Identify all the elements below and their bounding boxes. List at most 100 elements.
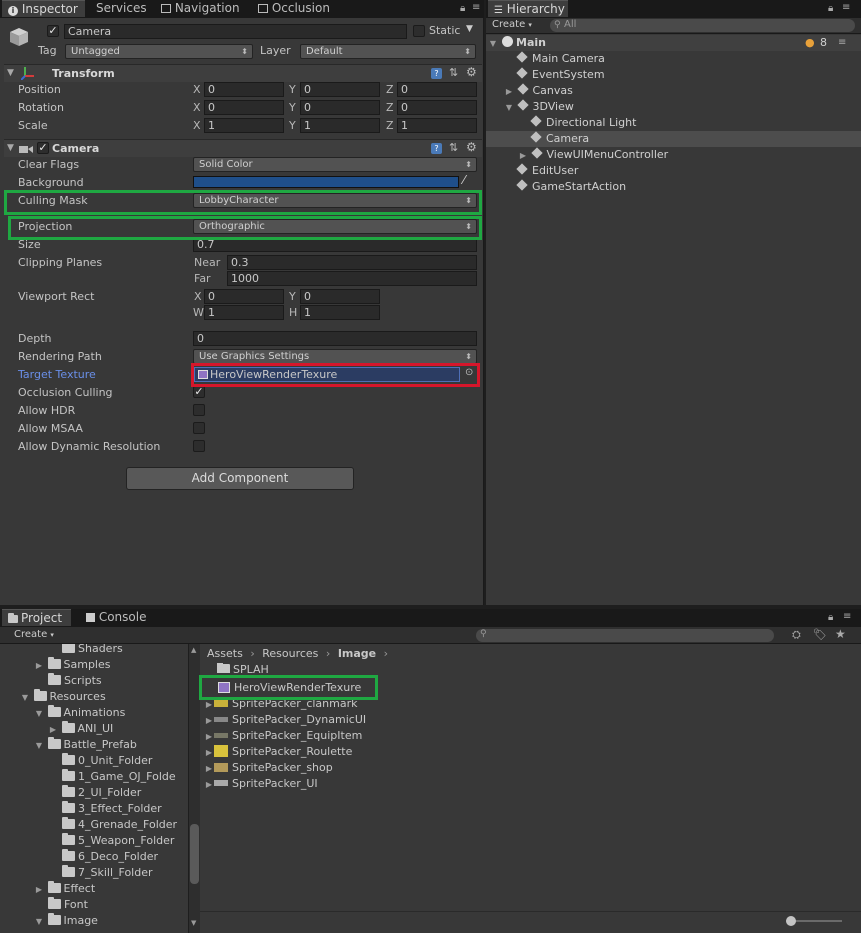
tree-item[interactable]: 7_Skill_Folder [62,865,153,881]
foldout-arrow-icon[interactable]: ▼ [7,68,14,78]
tree-item-selected[interactable]: ▼ Image [34,913,98,929]
panel-menu-icon[interactable]: ≡ [472,2,480,13]
slider-thumb[interactable] [786,916,796,926]
preset-icon[interactable]: ⇅ [449,66,458,79]
rotation-z-field[interactable]: 0 [397,100,477,115]
foldout-arrow-icon[interactable]: ▶ [504,84,514,100]
foldout-arrow-icon[interactable]: ▶ [48,722,58,738]
foldout-arrow-icon[interactable]: ▶ [518,148,528,164]
filter-by-type-icon[interactable]: ⛭ [792,628,801,642]
foldout-arrow-icon[interactable]: ▶ [204,729,214,745]
tree-item[interactable]: Font [48,897,88,913]
tab-inspector[interactable]: i Inspector [2,0,85,17]
allow-hdr-checkbox[interactable] [193,404,205,416]
scene-main[interactable]: ▼ Main ● 8 ≡ [486,35,861,51]
static-dropdown-arrow[interactable]: ▼ [466,24,473,34]
allow-dynamic-resolution-checkbox[interactable] [193,440,205,452]
tree-item[interactable]: ▶ Effect [34,881,95,897]
foldout-arrow-icon[interactable]: ▶ [34,882,44,898]
tab-services[interactable]: Services [90,0,153,17]
tree-item[interactable]: ▼ Resources [20,689,106,705]
active-checkbox[interactable]: ✓ [47,25,59,37]
transform-header[interactable]: ▼ Transform ? ⇅ ⚙ [4,64,482,82]
panel-menu-icon[interactable]: ≡ [843,611,851,622]
asset-item[interactable]: SPLAH [217,663,269,673]
hierarchy-item[interactable]: Main Camera [516,51,605,67]
project-search-field[interactable]: ⚲ [476,629,774,642]
tree-item[interactable]: ▼ Battle_Prefab [34,737,137,753]
viewport-x-field[interactable]: 0 [204,289,284,304]
scale-x-field[interactable]: 1 [204,118,284,133]
hierarchy-item[interactable]: ▼ 3DView [504,99,574,115]
add-component-button[interactable]: Add Component [126,467,354,490]
scale-y-field[interactable]: 1 [300,118,380,133]
far-field[interactable]: 1000 [227,271,477,286]
foldout-arrow-icon[interactable]: ▶ [204,745,214,761]
favorite-star-icon[interactable]: ★ [835,627,846,641]
lock-icon[interactable]: 🔒︎ [828,612,833,623]
gear-icon[interactable]: ⚙ [466,65,477,79]
hierarchy-item-selected[interactable]: Camera [486,131,861,147]
viewport-y-field[interactable]: 0 [300,289,380,304]
foldout-arrow-icon[interactable]: ▶ [34,658,44,674]
breadcrumb-item[interactable]: Resources [262,647,318,660]
asset-item[interactable]: ▶ SpritePacker_DynamicUI [204,712,366,728]
rotation-y-field[interactable]: 0 [300,100,380,115]
tab-navigation[interactable]: Navigation [155,0,246,17]
background-color-swatch[interactable] [193,176,459,188]
scroll-down-arrow-icon[interactable]: ▼ [191,919,196,927]
asset-item[interactable]: ▶ SpritePacker_Roulette [204,744,352,760]
depth-field[interactable]: 0 [193,331,477,346]
hierarchy-search-field[interactable]: ⚲ All [550,19,855,32]
scroll-up-arrow-icon[interactable]: ▲ [191,646,196,654]
tab-project[interactable]: Project [2,609,71,626]
gear-icon[interactable]: ⚙ [466,140,477,154]
occlusion-culling-checkbox[interactable]: ✓ [193,386,205,398]
preset-icon[interactable]: ⇅ [449,141,458,154]
rendering-path-dropdown[interactable]: Use Graphics Settings ⬍ [193,349,477,364]
breadcrumb-item[interactable]: Image [338,647,376,660]
scale-z-field[interactable]: 1 [397,118,477,133]
foldout-arrow-icon[interactable]: ▼ [34,706,44,722]
help-icon[interactable]: ? [431,143,442,154]
hierarchy-item[interactable]: GameStartAction [516,179,626,195]
tab-hierarchy[interactable]: ☰ Hierarchy [488,0,568,17]
rotation-x-field[interactable]: 0 [204,100,284,115]
position-y-field[interactable]: 0 [300,82,380,97]
tree-item[interactable]: 1_Game_OJ_Folde [62,769,176,785]
camera-enabled-checkbox[interactable]: ✓ [37,142,49,154]
tab-console[interactable]: Console [80,609,152,626]
hierarchy-item[interactable]: ▶ Canvas [504,83,573,99]
breadcrumb-item[interactable]: Assets [207,647,243,660]
foldout-arrow-icon[interactable]: ▶ [204,713,214,729]
object-name-field[interactable]: Camera [64,24,407,39]
near-field[interactable]: 0.3 [227,255,477,270]
asset-item[interactable]: ▶ SpritePacker_UI [204,776,318,792]
eyedropper-icon[interactable]: ⁄ [463,173,465,187]
layer-dropdown[interactable]: Default ⬍ [300,44,476,59]
foldout-arrow-icon[interactable]: ▼ [7,143,14,153]
tree-item[interactable]: 3_Effect_Folder [62,801,162,817]
foldout-arrow-icon[interactable]: ▼ [488,36,498,52]
foldout-arrow-icon[interactable]: ▼ [504,100,514,116]
asset-item[interactable]: ▶ SpritePacker_shop [204,760,333,776]
filter-by-label-icon[interactable]: 🏷︎ [813,628,827,641]
tree-item[interactable]: ▶ ANI_UI [48,721,113,737]
icon-size-slider[interactable] [786,916,842,926]
tree-item[interactable]: ▶ Samples [34,657,110,673]
panel-menu-icon[interactable]: ≡ [842,2,850,13]
tree-item[interactable]: Shaders [62,644,123,657]
hierarchy-item[interactable]: ▶ ViewUIMenuController [518,147,668,163]
tab-occlusion[interactable]: Occlusion [252,0,336,17]
position-z-field[interactable]: 0 [397,82,477,97]
viewport-w-field[interactable]: 1 [204,305,284,320]
tree-item[interactable]: ▼ Animations [34,705,125,721]
create-dropdown[interactable]: Create ▾ [492,19,532,30]
create-dropdown[interactable]: Create ▾ [14,629,54,640]
tree-item[interactable]: 6_Deco_Folder [62,849,158,865]
tree-item[interactable]: 0_Unit_Folder [62,753,152,769]
viewport-h-field[interactable]: 1 [300,305,380,320]
hierarchy-item[interactable]: EventSystem [516,67,605,83]
tree-item[interactable]: 5_Weapon_Folder [62,833,174,849]
lock-icon[interactable]: 🔒︎ [460,3,465,14]
